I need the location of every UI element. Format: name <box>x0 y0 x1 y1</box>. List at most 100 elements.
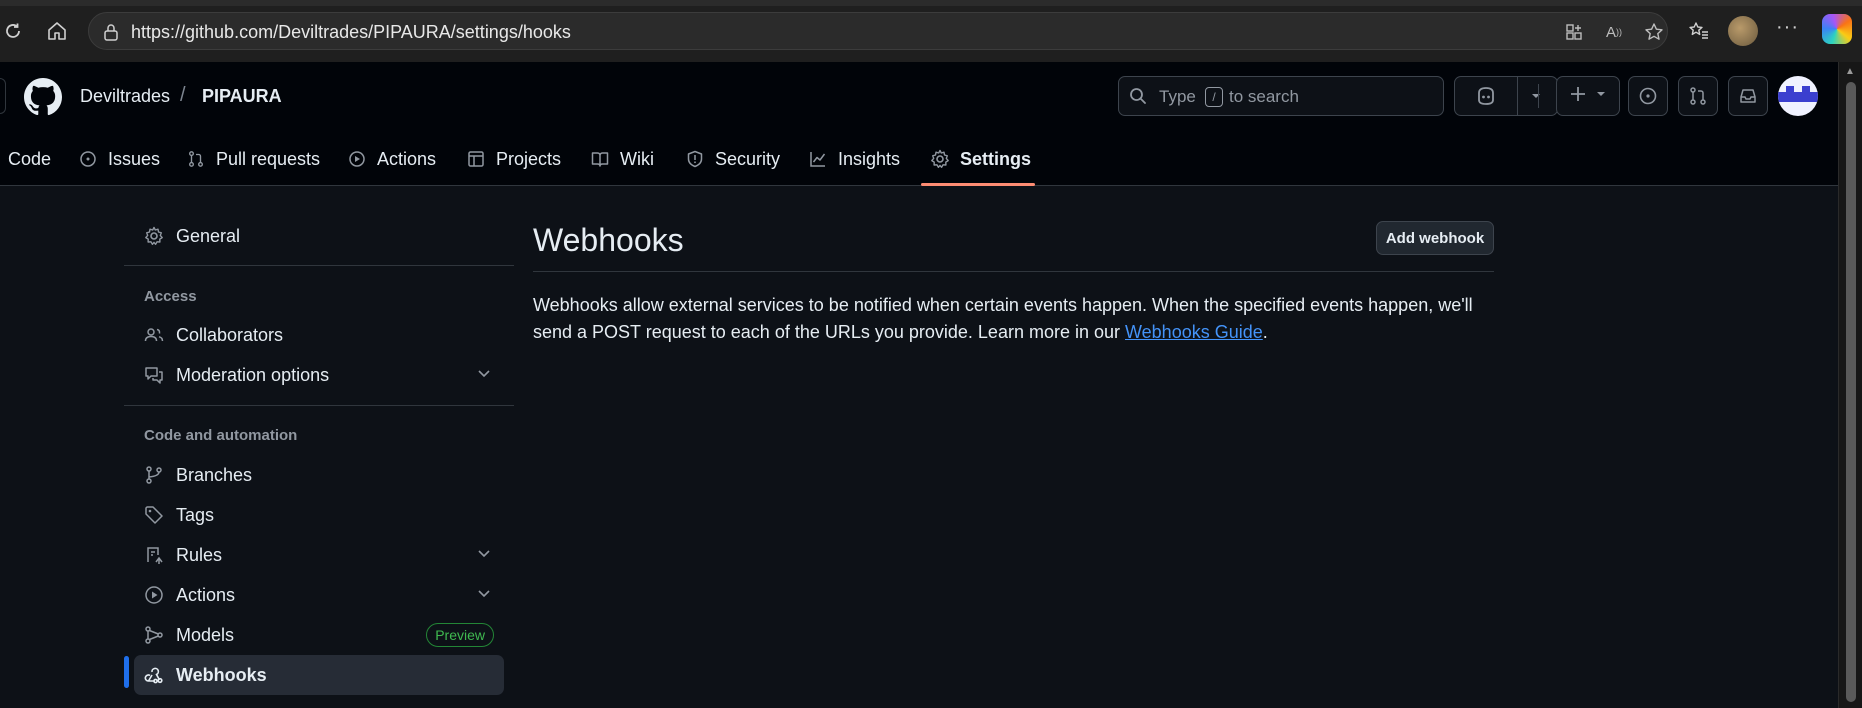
tab-settings[interactable]: Settings <box>930 144 1031 174</box>
tag-icon <box>144 505 164 525</box>
chevron-down-icon[interactable] <box>476 365 492 386</box>
book-icon <box>590 149 610 169</box>
tab-pull-requests-label: Pull requests <box>216 148 321 169</box>
inbox-button[interactable] <box>1728 76 1768 116</box>
browser-profile-avatar[interactable] <box>1728 16 1758 46</box>
sidebar-item-label: Tags <box>176 504 215 525</box>
search-shortcut-key: / <box>1205 87 1223 107</box>
sidebar-item-moderation-options[interactable]: Moderation options <box>134 355 504 395</box>
pull-requests-button[interactable] <box>1678 76 1718 116</box>
tab-actions[interactable]: Actions <box>347 144 436 174</box>
sidebar-item-label: Collaborators <box>176 324 284 345</box>
scroll-up-arrow-icon[interactable]: ▲ <box>1845 66 1855 77</box>
preview-badge: Preview <box>426 623 494 647</box>
description-text: Webhooks allow external services to be n… <box>533 295 1473 342</box>
tab-insights[interactable]: Insights <box>808 144 900 174</box>
git-branch-icon <box>144 465 164 485</box>
read-aloud-icon[interactable]: A)) <box>1603 21 1625 43</box>
user-avatar[interactable] <box>1778 76 1818 116</box>
sidebar-item-label: Models <box>176 624 235 645</box>
breadcrumb-separator: / <box>180 84 186 106</box>
copilot-dropdown-icon[interactable] <box>1529 89 1543 108</box>
webhook-icon <box>144 665 164 685</box>
description-end: . <box>1262 322 1268 342</box>
favorite-star-icon[interactable] <box>1643 21 1665 43</box>
webhooks-description: Webhooks allow external services to be n… <box>533 292 1493 346</box>
tab-code[interactable]: Code <box>8 144 51 174</box>
comment-discussion-icon <box>144 365 164 385</box>
tab-security-label: Security <box>715 148 781 169</box>
copilot-icon[interactable] <box>1475 86 1497 111</box>
plus-icon <box>1569 85 1587 108</box>
lock-icon <box>103 23 119 46</box>
edge-copilot-icon[interactable] <box>1822 14 1852 44</box>
search-input[interactable]: Type / to search <box>1118 76 1444 116</box>
browser-tab-strip <box>0 0 1862 6</box>
tab-issues[interactable]: Issues <box>78 144 160 174</box>
tab-actions-label: Actions <box>377 148 437 169</box>
table-icon <box>466 149 486 169</box>
title-divider <box>533 271 1494 272</box>
issues-button[interactable] <box>1628 76 1668 116</box>
url-text[interactable]: https://github.com/Deviltrades/PIPAURA/s… <box>131 22 571 43</box>
reload-icon[interactable] <box>0 14 30 48</box>
tab-security[interactable]: Security <box>685 144 780 174</box>
sidebar-item-label: Rules <box>176 544 223 565</box>
app-available-icon[interactable] <box>1563 21 1585 43</box>
people-icon <box>144 325 164 345</box>
sidebar-item-label: Webhooks <box>176 664 267 685</box>
play-icon <box>144 585 164 605</box>
breadcrumb-repo[interactable]: PIPAURA <box>202 86 282 107</box>
tab-issues-label: Issues <box>108 148 161 169</box>
browser-toolbar: https://github.com/Deviltrades/PIPAURA/s… <box>0 0 1862 62</box>
sidebar-item-branches[interactable]: Branches <box>134 455 504 495</box>
search-placeholder-suffix: to search <box>1229 87 1299 106</box>
issue-opened-icon <box>1639 87 1657 105</box>
webhooks-guide-link[interactable]: Webhooks Guide <box>1125 322 1263 342</box>
chevron-down-icon[interactable] <box>476 585 492 606</box>
sidebar-item-general[interactable]: General <box>134 216 504 256</box>
sidebar-active-indicator <box>124 656 129 688</box>
inbox-icon <box>1740 89 1756 103</box>
play-icon <box>347 149 367 169</box>
active-tab-indicator <box>921 183 1035 186</box>
tab-wiki[interactable]: Wiki <box>590 144 654 174</box>
address-bar[interactable]: https://github.com/Deviltrades/PIPAURA/s… <box>88 12 1668 50</box>
global-nav-menu-button[interactable] <box>0 78 6 114</box>
chevron-down-icon[interactable] <box>476 545 492 566</box>
chevron-down-icon <box>1595 87 1607 105</box>
breadcrumb-owner[interactable]: Deviltrades <box>80 86 170 107</box>
github-logo-icon[interactable] <box>24 78 62 116</box>
sidebar-item-label: Actions <box>176 584 236 605</box>
browser-more-icon[interactable]: ··· <box>1776 16 1799 39</box>
gear-icon <box>144 226 164 246</box>
ai-model-icon <box>144 625 164 645</box>
tab-wiki-label: Wiki <box>620 148 654 169</box>
tab-insights-label: Insights <box>838 148 901 169</box>
sidebar-item-models[interactable]: Models Preview <box>134 615 504 655</box>
create-new-button[interactable] <box>1556 76 1620 116</box>
favorites-icon[interactable] <box>1682 14 1716 48</box>
search-placeholder-prefix: Type <box>1159 87 1196 106</box>
add-webhook-button[interactable]: Add webhook <box>1376 221 1494 255</box>
sidebar-item-actions[interactable]: Actions <box>134 575 504 615</box>
sidebar-item-label: General <box>176 225 241 246</box>
home-icon[interactable] <box>40 14 74 48</box>
sidebar-item-label: Branches <box>176 464 253 485</box>
page-scrollbar[interactable]: ▲ <box>1838 62 1862 708</box>
sidebar-divider <box>124 405 514 406</box>
sidebar-item-tags[interactable]: Tags <box>134 495 504 535</box>
tab-pull-requests[interactable]: Pull requests <box>186 144 320 174</box>
search-icon <box>1129 87 1147 110</box>
sidebar-item-webhooks[interactable]: Webhooks <box>134 655 504 695</box>
sidebar-item-rules[interactable]: Rules <box>134 535 504 575</box>
copilot-button-group[interactable] <box>1454 76 1558 116</box>
tab-projects[interactable]: Projects <box>466 144 561 174</box>
tab-settings-label: Settings <box>960 148 1032 169</box>
sidebar-item-collaborators[interactable]: Collaborators <box>134 315 504 355</box>
gear-icon <box>930 149 950 169</box>
shield-icon <box>685 149 705 169</box>
issue-icon <box>78 149 98 169</box>
header-divider <box>1538 84 1539 108</box>
scrollbar-thumb[interactable] <box>1846 82 1856 702</box>
